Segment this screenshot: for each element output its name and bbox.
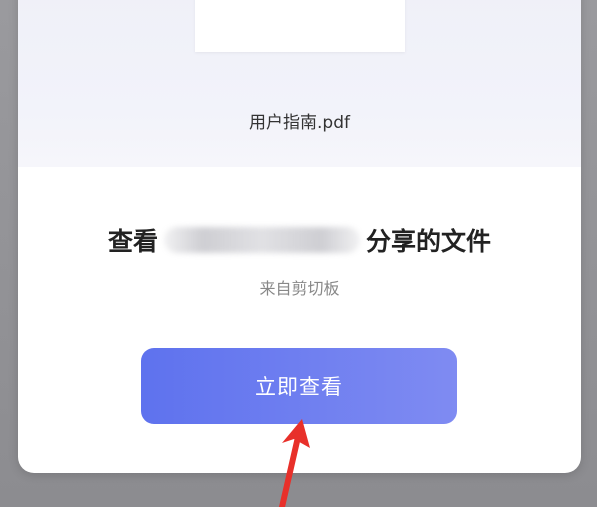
share-title: 查看 分享的文件 <box>18 222 581 258</box>
share-title-suffix: 分享的文件 <box>366 227 492 256</box>
share-source: 来自剪切板 <box>259 279 340 298</box>
share-title-prefix: 查看 <box>107 227 158 256</box>
share-file-dialog: 用户指南.pdf 查看 分享的文件 来自剪切板 立即查看 <box>18 0 581 473</box>
blurred-sharer-name <box>164 227 360 253</box>
file-name: 用户指南.pdf <box>249 113 350 133</box>
view-now-button[interactable]: 立即查看 <box>141 348 457 424</box>
file-preview-area: 用户指南.pdf <box>18 0 581 167</box>
document-thumbnail <box>195 0 405 52</box>
